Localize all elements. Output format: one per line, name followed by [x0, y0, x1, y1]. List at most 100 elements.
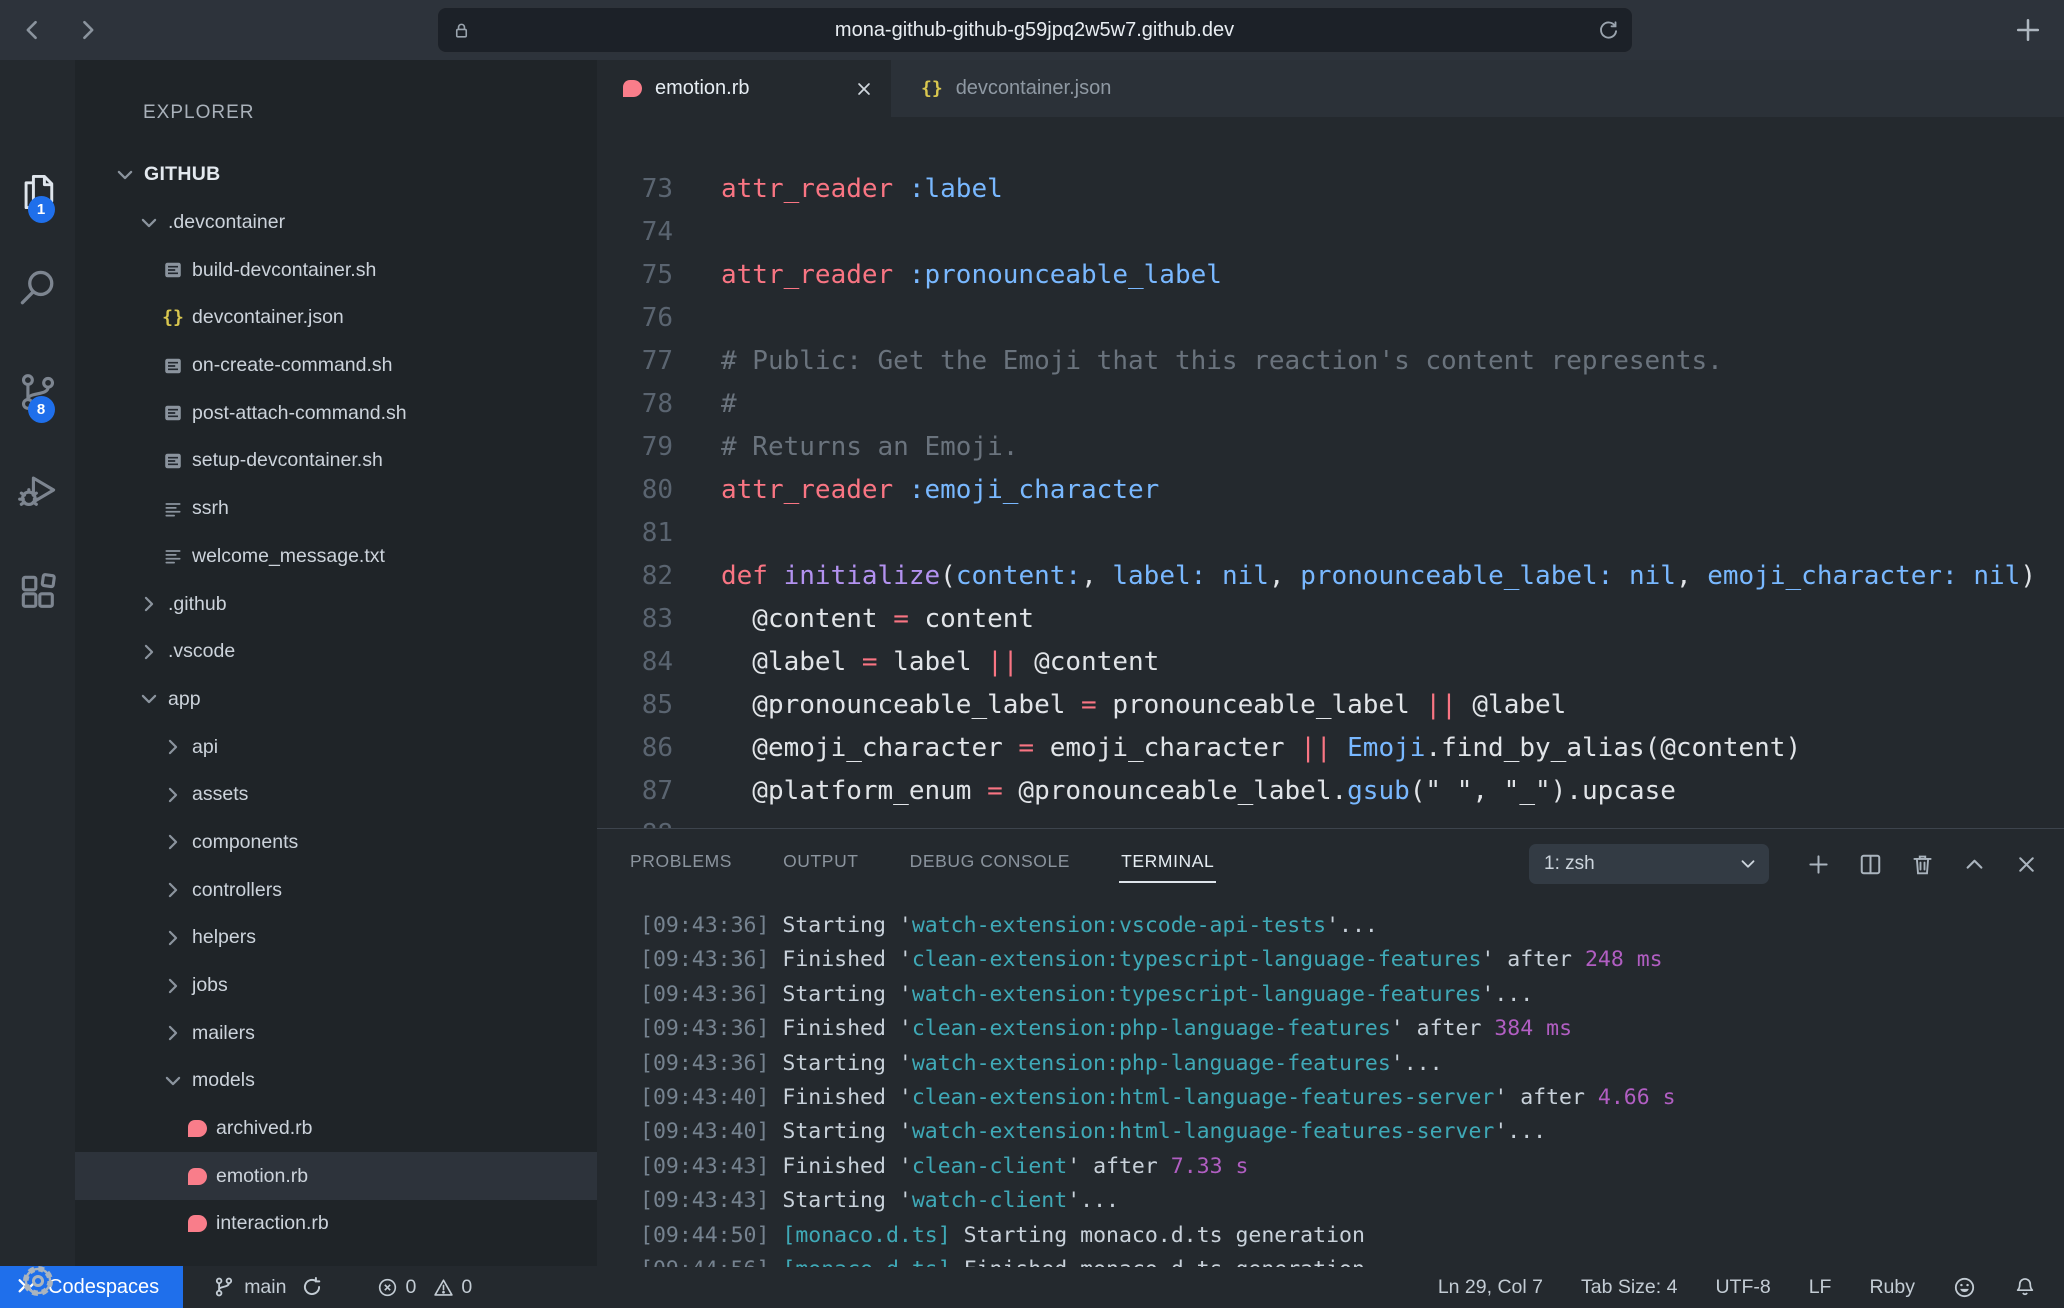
terminal-output[interactable]: [09:43:36] Starting 'watch-extension:vsc… — [597, 899, 2064, 1267]
ruby-file-icon — [188, 1215, 207, 1232]
browser-forward-button[interactable] — [74, 17, 100, 43]
panel-tab-output[interactable]: OUTPUT — [781, 845, 861, 883]
language-mode[interactable]: Ruby — [1869, 1276, 1915, 1299]
code-line-75[interactable]: 75attr_reader :pronounceable_label — [597, 254, 2064, 297]
tree-item-label: assets — [192, 783, 248, 806]
tree-item--github[interactable]: .github — [75, 580, 597, 628]
new-tab-button[interactable] — [2014, 0, 2042, 60]
code-line-82[interactable]: 82def initialize(content:, label: nil, p… — [597, 555, 2064, 598]
cursor-position[interactable]: Ln 29, Col 7 — [1438, 1276, 1543, 1299]
terminal-line: [09:43:36] Starting 'watch-extension:typ… — [640, 978, 2064, 1012]
tree-item-archived-rb[interactable]: archived.rb — [75, 1105, 597, 1153]
tree-item-app[interactable]: app — [75, 676, 597, 724]
tree-item-github[interactable]: GITHUB — [75, 151, 597, 199]
explorer-badge: 1 — [28, 196, 55, 223]
eol-setting[interactable]: LF — [1809, 1276, 1832, 1299]
panel-tab-debug-console[interactable]: DEBUG CONSOLE — [908, 845, 1072, 883]
activity-run-debug-button[interactable] — [0, 468, 75, 512]
tab-emotion-rb[interactable]: emotion.rb — [597, 60, 891, 117]
line-number: 85 — [597, 684, 673, 727]
tree-item-setup-devcontainer-sh[interactable]: setup-devcontainer.sh — [75, 437, 597, 485]
browser-back-button[interactable] — [20, 17, 46, 43]
tree-item-on-create-command-sh[interactable]: on-create-command.sh — [75, 342, 597, 390]
tree-item-devcontainer-json[interactable]: {}devcontainer.json — [75, 294, 597, 342]
tree-item-label: .devcontainer — [168, 211, 285, 234]
code-line-77[interactable]: 77# Public: Get the Emoji that this reac… — [597, 340, 2064, 383]
activity-extensions-button[interactable] — [0, 570, 75, 614]
reload-icon[interactable] — [1598, 20, 1619, 41]
tree-item-label: api — [192, 736, 218, 759]
code-line-81[interactable]: 81 — [597, 512, 2064, 555]
code-text: @emoji_character = emoji_character || Em… — [721, 727, 1801, 770]
feedback-smiley-icon[interactable] — [1953, 1276, 1976, 1299]
chevron-right-icon — [162, 879, 184, 901]
tree-item-controllers[interactable]: controllers — [75, 866, 597, 914]
code-line-76[interactable]: 76 — [597, 297, 2064, 340]
code-line-74[interactable]: 74 — [597, 211, 2064, 254]
new-terminal-icon[interactable] — [1806, 852, 1831, 877]
tree-item-welcome-message-txt[interactable]: welcome_message.txt — [75, 533, 597, 581]
branch-status[interactable]: main — [213, 1276, 323, 1299]
extensions-icon — [16, 570, 60, 614]
panel-tab-terminal[interactable]: TERMINAL — [1119, 845, 1216, 883]
tree-item-label: jobs — [192, 974, 228, 997]
split-terminal-icon[interactable] — [1858, 852, 1883, 877]
tree-item-label: app — [168, 688, 201, 711]
tree-item-label: GITHUB — [144, 163, 221, 186]
code-line-78[interactable]: 78# — [597, 383, 2064, 426]
chevron-right-icon — [162, 975, 184, 997]
line-number: 79 — [597, 426, 673, 469]
code-text: # Returns an Emoji. — [721, 426, 1018, 469]
activity-source-control-button[interactable]: 8 — [0, 370, 75, 414]
kill-terminal-trash-icon[interactable] — [1910, 852, 1935, 877]
activity-explorer-button[interactable]: 1 — [0, 170, 75, 214]
tree-item--devcontainer[interactable]: .devcontainer — [75, 199, 597, 247]
sync-icon — [301, 1276, 323, 1298]
activity-search-button[interactable] — [0, 266, 75, 310]
notifications-bell-icon[interactable] — [2014, 1276, 2036, 1298]
code-line-73[interactable]: 73attr_reader :label — [597, 168, 2064, 211]
tree-item-jobs[interactable]: jobs — [75, 962, 597, 1010]
indent-setting[interactable]: Tab Size: 4 — [1581, 1276, 1677, 1299]
code-line-88[interactable]: 88 — [597, 813, 2064, 828]
code-line-84[interactable]: 84 @label = label || @content — [597, 641, 2064, 684]
explorer-header: EXPLORER — [75, 60, 597, 151]
tree-item-assets[interactable]: assets — [75, 771, 597, 819]
code-line-87[interactable]: 87 @platform_enum = @pronounceable_label… — [597, 770, 2064, 813]
chevron-down-icon — [162, 1070, 184, 1092]
address-bar[interactable]: mona-github-github-g59jpq2w5w7.github.de… — [437, 7, 1633, 53]
settings-gear-button[interactable] — [0, 1260, 75, 1302]
panel-tab-problems[interactable]: PROBLEMS — [628, 845, 734, 883]
search-icon — [16, 266, 60, 310]
tree-item-mailers[interactable]: mailers — [75, 1009, 597, 1057]
problems-status[interactable]: 0 0 — [377, 1276, 472, 1299]
code-line-85[interactable]: 85 @pronounceable_label = pronounceable_… — [597, 684, 2064, 727]
code-editor[interactable]: 73attr_reader :label7475attr_reader :pro… — [597, 117, 2064, 828]
close-icon[interactable] — [853, 78, 875, 100]
tree-item-api[interactable]: api — [75, 723, 597, 771]
tree-item-models[interactable]: models — [75, 1057, 597, 1105]
tree-item-post-attach-command-sh[interactable]: post-attach-command.sh — [75, 389, 597, 437]
tree-item-build-devcontainer-sh[interactable]: build-devcontainer.sh — [75, 246, 597, 294]
line-number: 80 — [597, 469, 673, 512]
terminal-line: [09:44:50] [monaco.d.ts] Starting monaco… — [640, 1219, 2064, 1253]
tree-item-components[interactable]: components — [75, 819, 597, 867]
tree-item-label: mailers — [192, 1022, 255, 1045]
code-line-79[interactable]: 79 # Returns an Emoji. — [597, 426, 2064, 469]
tree-item--vscode[interactable]: .vscode — [75, 628, 597, 676]
close-panel-icon[interactable] — [2014, 852, 2039, 877]
ruby-file-icon — [188, 1120, 207, 1137]
tab-devcontainer-json[interactable]: {} devcontainer.json — [891, 60, 1157, 117]
tree-item-ssrh[interactable]: ssrh — [75, 485, 597, 533]
tree-item-helpers[interactable]: helpers — [75, 914, 597, 962]
code-line-80[interactable]: 80attr_reader :emoji_character — [597, 469, 2064, 512]
code-line-83[interactable]: 83 @content = content — [597, 598, 2064, 641]
terminal-picker-dropdown[interactable]: 1: zsh — [1529, 844, 1769, 884]
terminal-line: [09:43:43] Finished 'clean-client' after… — [640, 1150, 2064, 1184]
maximize-panel-icon[interactable] — [1962, 852, 1987, 877]
editor-group: emotion.rb {} devcontainer.json 73attr_r… — [597, 60, 2064, 1266]
encoding-setting[interactable]: UTF-8 — [1715, 1276, 1770, 1299]
tree-item-emotion-rb[interactable]: emotion.rb — [75, 1152, 597, 1200]
code-line-86[interactable]: 86 @emoji_character = emoji_character ||… — [597, 727, 2064, 770]
tree-item-interaction-rb[interactable]: interaction.rb — [75, 1200, 597, 1248]
